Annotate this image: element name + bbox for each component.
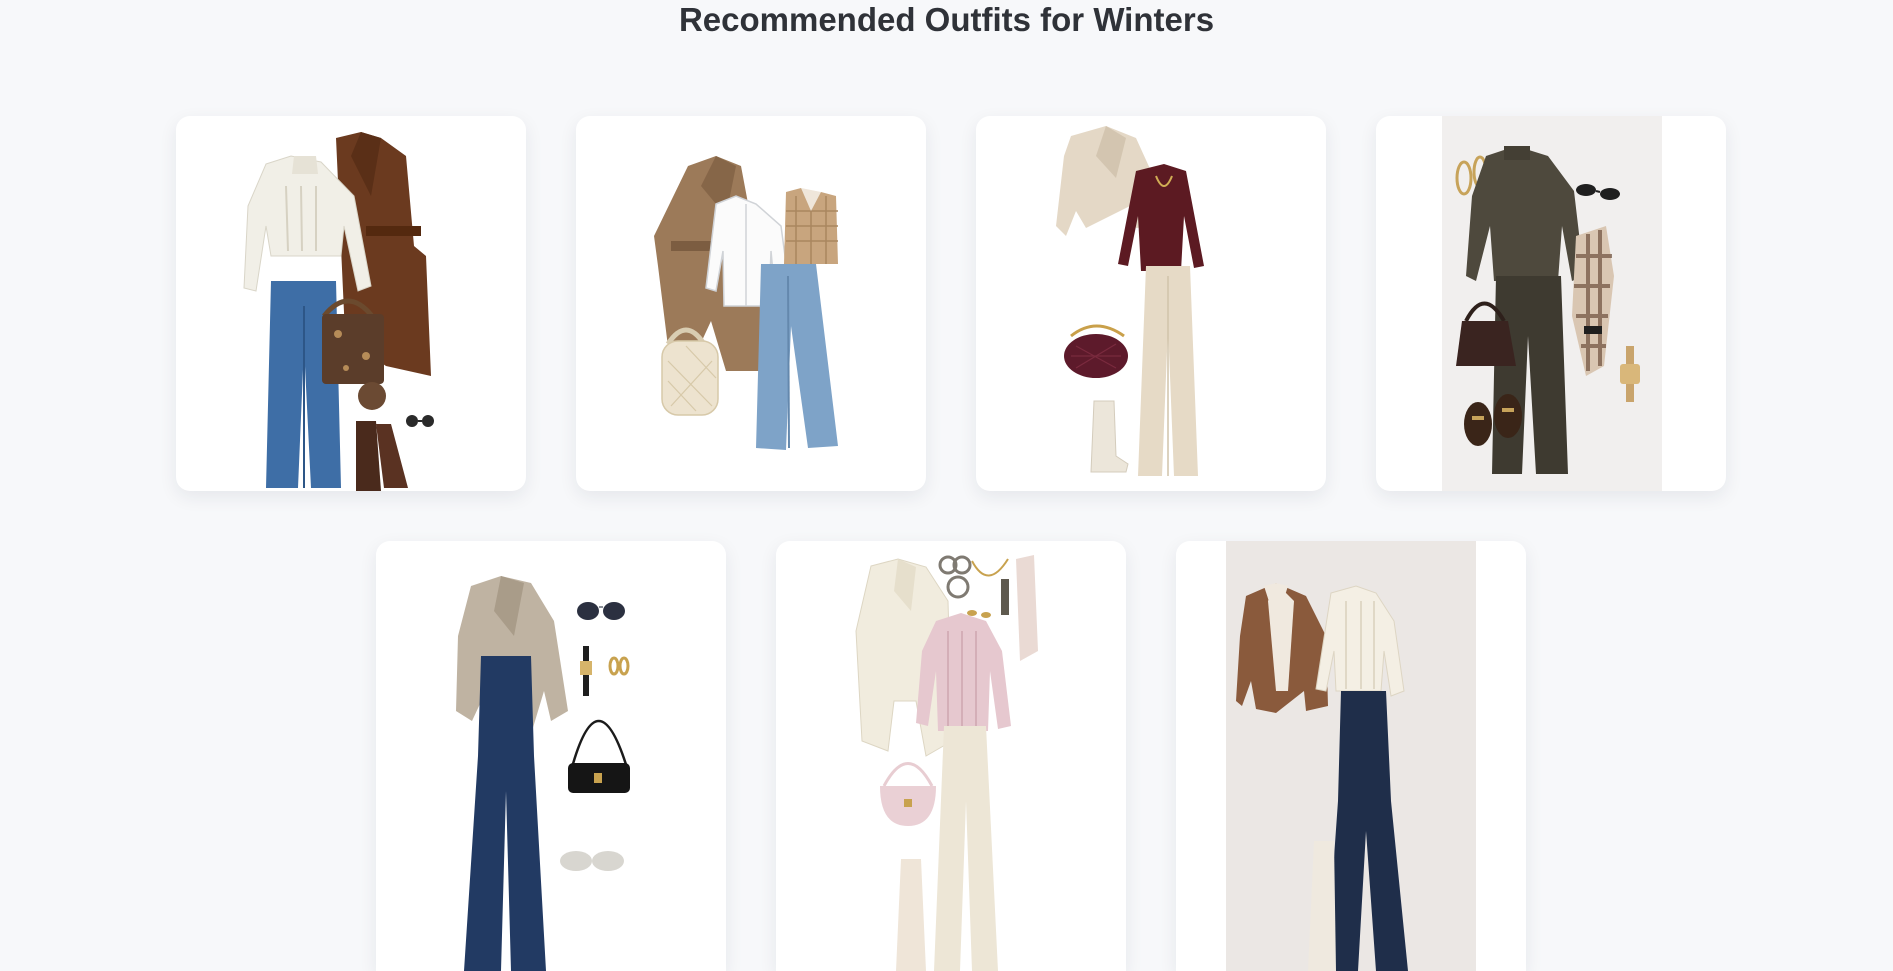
outfit-image-6 xyxy=(855,555,1038,971)
watch-icon xyxy=(580,646,592,696)
sunglasses-icon xyxy=(406,415,434,427)
outfit-image-7 xyxy=(1226,541,1476,971)
outfit-card-1[interactable] xyxy=(176,116,526,491)
outfit-card-3[interactable] xyxy=(976,116,1326,491)
outfit-card-7[interactable] xyxy=(1176,541,1526,971)
quilted-backpack-icon xyxy=(661,327,719,416)
black-shoulder-bag-icon xyxy=(568,720,630,793)
earrings-icon xyxy=(608,656,630,676)
checked-sweater-vest-icon xyxy=(784,188,838,264)
pink-handbag-icon xyxy=(880,762,936,826)
outfit-card-5[interactable] xyxy=(376,541,726,971)
burgundy-woven-bag-icon xyxy=(1064,324,1128,378)
outfit-image-2 xyxy=(654,156,838,450)
outfit-image-4 xyxy=(1442,116,1662,491)
scarf-icon xyxy=(1016,555,1038,661)
light-wash-jeans-icon xyxy=(756,264,838,450)
outfit-image-5 xyxy=(456,576,630,971)
outfit-card-6[interactable] xyxy=(776,541,1126,971)
outfit-image-3 xyxy=(1056,126,1204,476)
outfit-image-1 xyxy=(243,132,434,491)
outfit-card-2[interactable] xyxy=(576,116,926,491)
page-title: Recommended Outfits for Winters xyxy=(678,1,1215,38)
cream-ankle-boots-icon xyxy=(896,859,926,971)
cream-wide-trousers-icon xyxy=(934,726,998,971)
sunglasses-icon xyxy=(577,602,625,620)
sneakers-icon xyxy=(560,851,624,871)
cream-trousers-icon xyxy=(1138,266,1198,476)
cream-ankle-boots-icon xyxy=(1090,400,1129,473)
brown-ankle-boots-icon xyxy=(356,421,408,491)
outfit-card-4[interactable] xyxy=(1376,116,1726,491)
jewelry-icon xyxy=(938,555,1009,618)
